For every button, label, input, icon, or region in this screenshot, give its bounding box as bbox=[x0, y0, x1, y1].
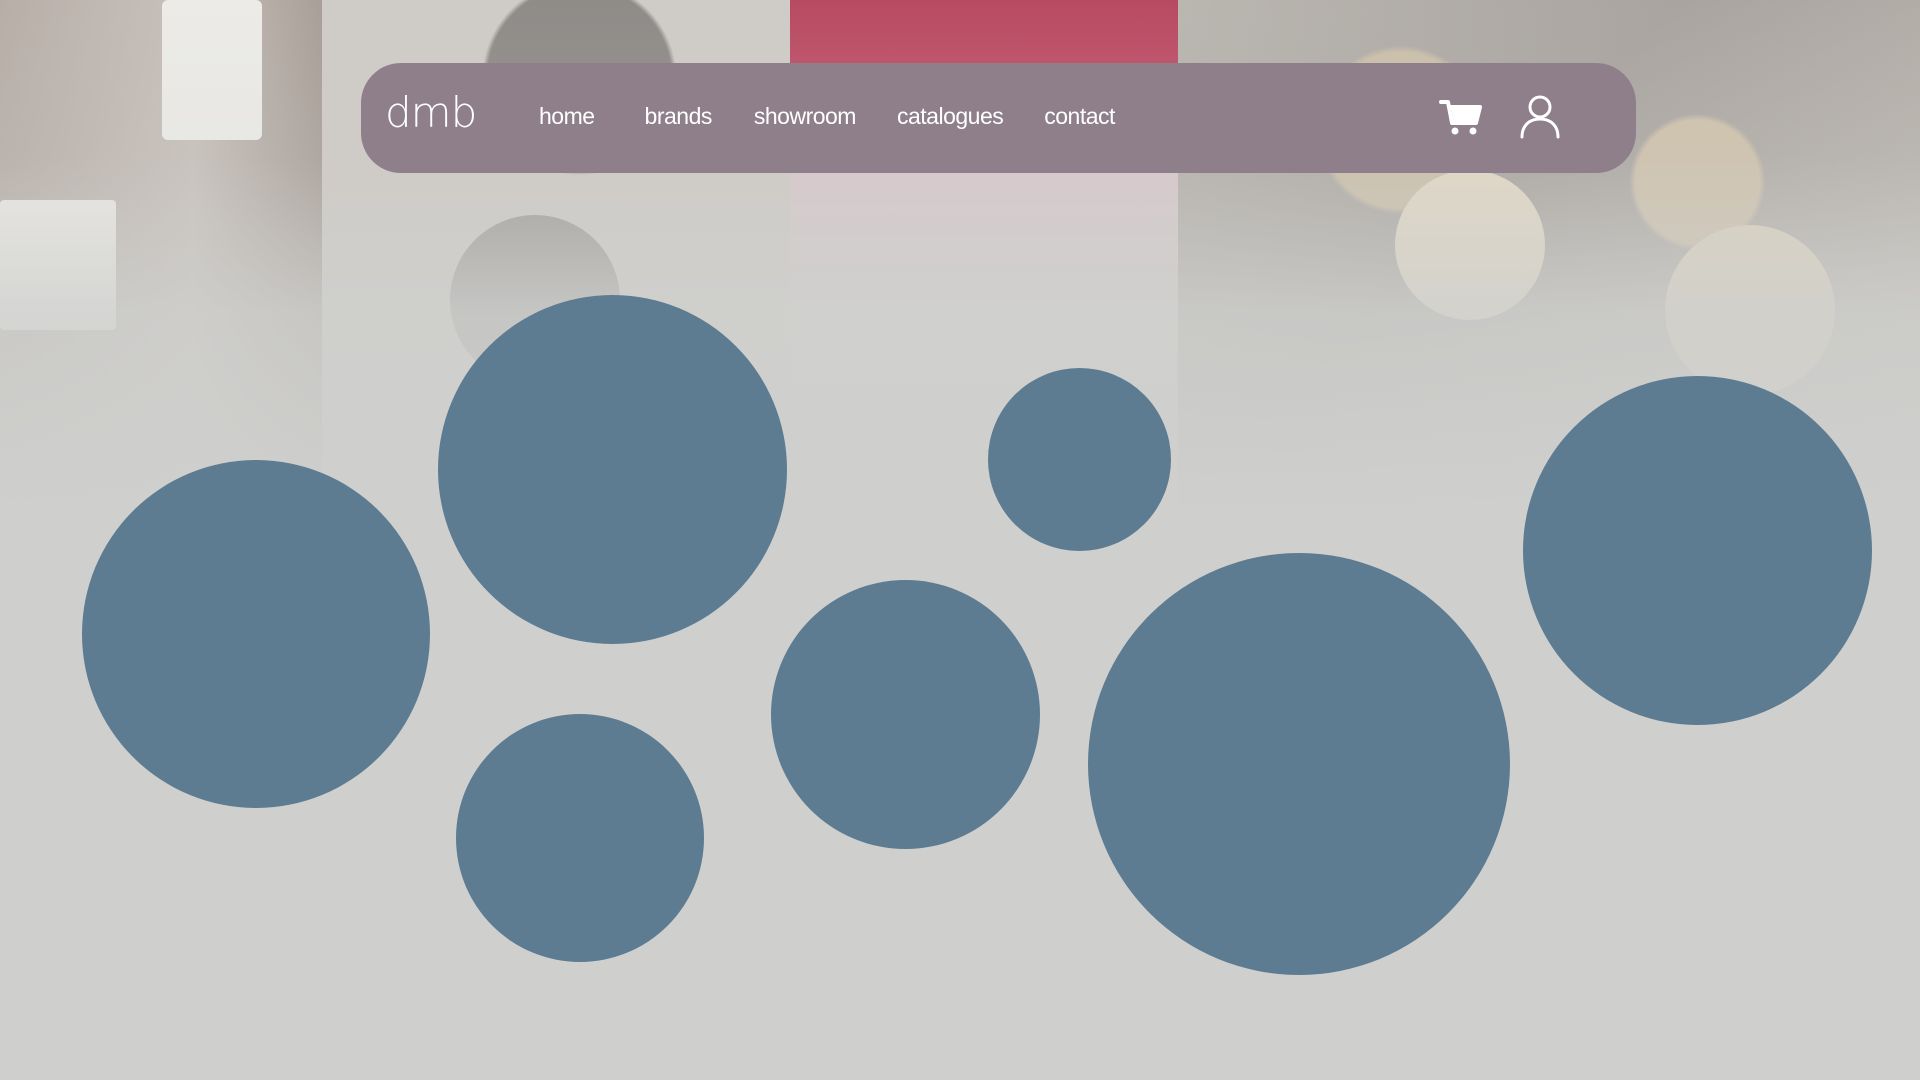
category-circle[interactable] bbox=[82, 460, 430, 808]
main-navbar: dmb home brands showroom catalogues cont… bbox=[361, 63, 1636, 173]
nav-links: home brands showroom catalogues contact bbox=[539, 101, 1115, 131]
nav-link-showroom[interactable]: showroom bbox=[754, 101, 857, 131]
nav-link-catalogues[interactable]: catalogues bbox=[897, 101, 1004, 131]
cart-icon[interactable] bbox=[1438, 93, 1486, 141]
category-circle[interactable] bbox=[771, 580, 1040, 849]
nav-link-contact[interactable]: contact bbox=[1044, 101, 1115, 131]
nav-link-brands[interactable]: brands bbox=[645, 101, 713, 131]
category-circle[interactable] bbox=[438, 295, 787, 644]
category-circle[interactable] bbox=[1088, 553, 1510, 975]
category-circle[interactable] bbox=[456, 714, 704, 962]
category-circle[interactable] bbox=[1523, 376, 1872, 725]
site-logo[interactable]: dmb bbox=[385, 88, 477, 138]
category-circle[interactable] bbox=[988, 368, 1171, 551]
cart-icon-graphic bbox=[1439, 100, 1482, 135]
user-icon-graphic bbox=[1520, 95, 1560, 139]
nav-link-home[interactable]: home bbox=[539, 101, 595, 131]
user-icon[interactable] bbox=[1516, 93, 1564, 141]
